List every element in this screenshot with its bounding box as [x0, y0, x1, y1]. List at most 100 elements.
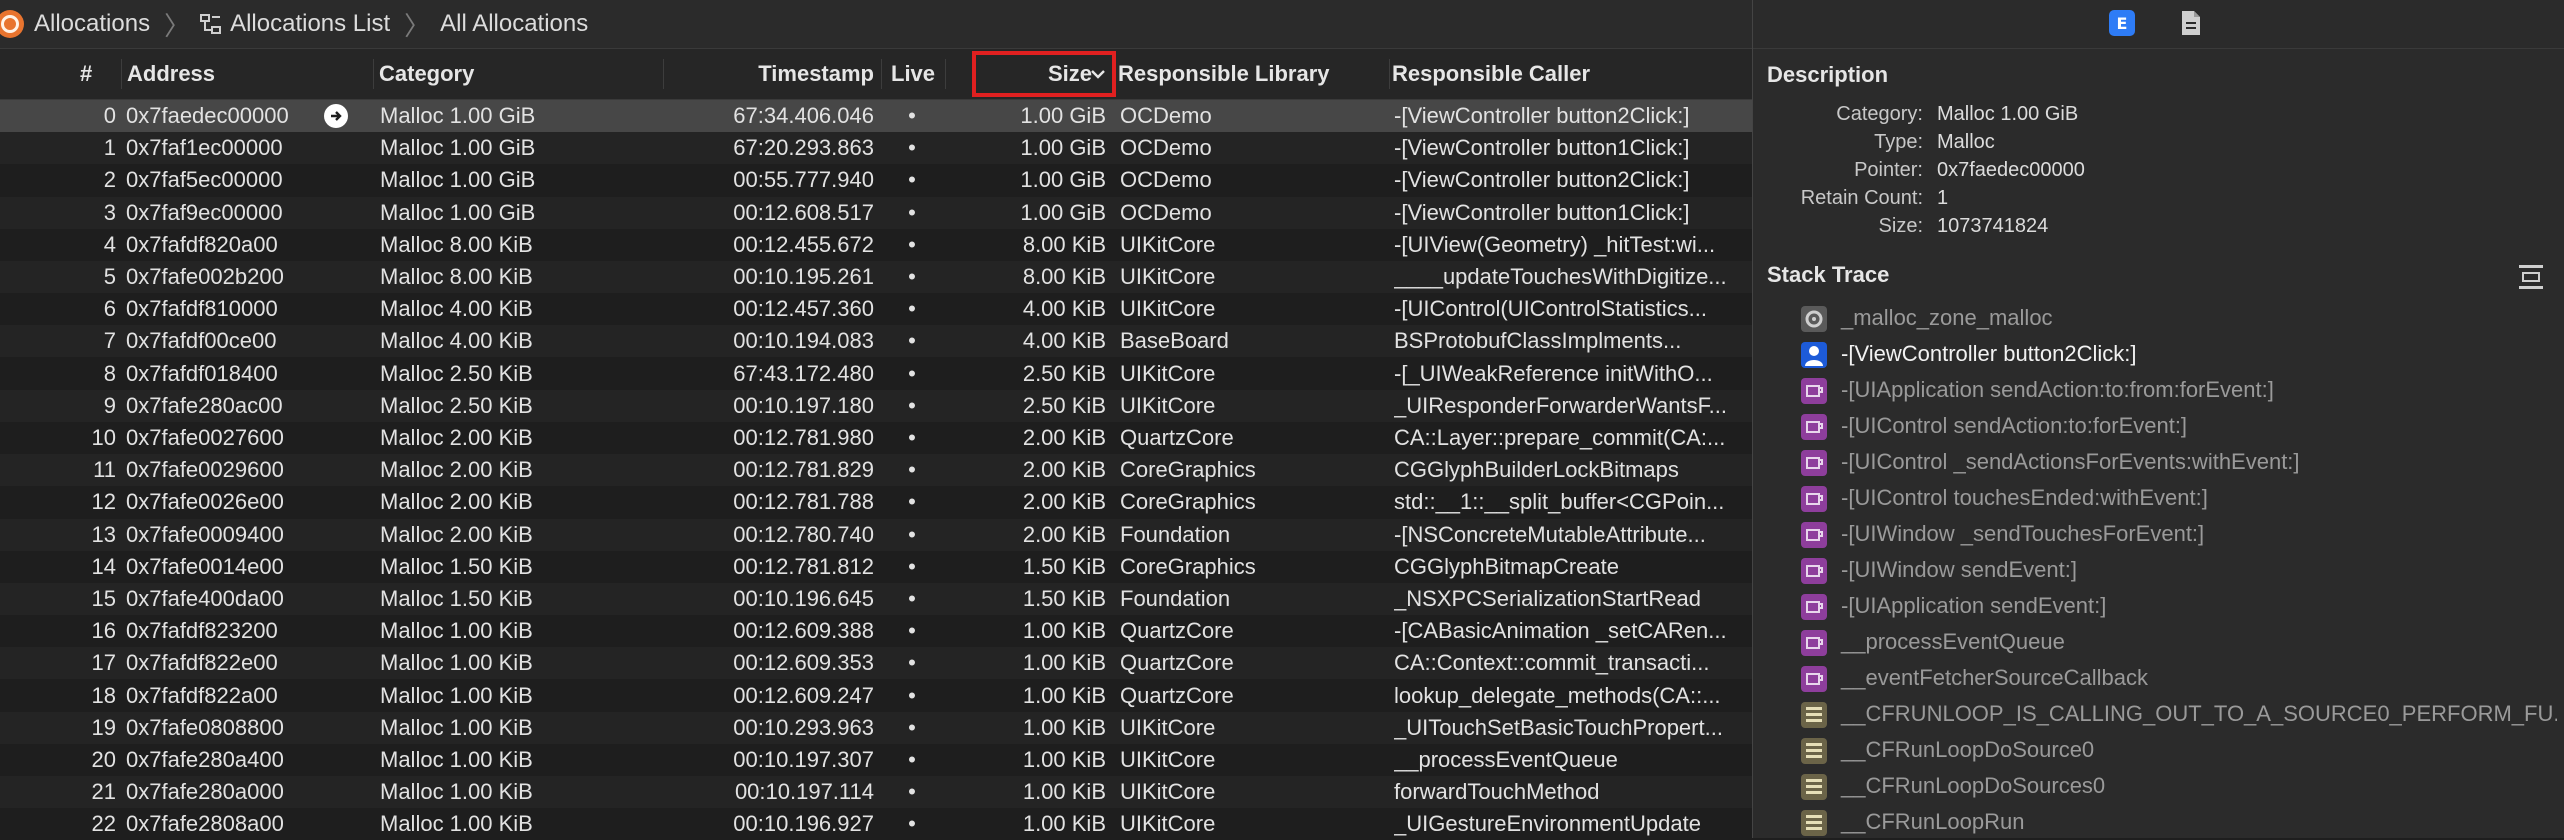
- sort-descending-chevron-icon[interactable]: [1090, 49, 1112, 99]
- size-cell: 1.00 GiB: [1020, 135, 1106, 161]
- responsible-caller-cell: -[ViewController button1Click:]: [1394, 135, 1690, 161]
- table-row[interactable]: 10 0x7fafe0027600 Malloc 2.00 KiB 00:12.781…: [0, 422, 1752, 454]
- row-number: 21: [91, 779, 116, 805]
- column-divider[interactable]: [118, 59, 122, 89]
- stack-frame[interactable]: -[UIControl touchesEnded:withEvent:]: [1801, 480, 2557, 516]
- live-indicator: •: [908, 264, 916, 289]
- column-header-responsible-library[interactable]: Responsible Library: [1118, 49, 1378, 99]
- table-row[interactable]: 4 0x7fafdf820a00 Malloc 8.00 KiB 00:12.455.…: [0, 229, 1752, 261]
- address-cell: 0x7fafe2808a00: [126, 811, 284, 837]
- table-row[interactable]: 9 0x7fafe280ac00 Malloc 2.50 KiB 00:10.197.…: [0, 389, 1752, 422]
- responsible-library-cell: QuartzCore: [1120, 425, 1234, 450]
- stack-frame[interactable]: __eventFetcherSourceCallback: [1801, 660, 2557, 696]
- stack-frame-symbol: -[UIControl _sendActionsForEvents:withEv…: [1841, 449, 2300, 474]
- table-row[interactable]: 12 0x7fafe0026e00 Malloc 2.00 KiB 00:12.781…: [0, 486, 1752, 518]
- column-divider[interactable]: [1386, 59, 1390, 89]
- column-header-category[interactable]: Category: [379, 49, 599, 99]
- column-divider[interactable]: [878, 59, 882, 89]
- responsible-caller-cell: _UIResponderForwarderWantsF...: [1394, 392, 1727, 418]
- responsible-library-cell: CoreGraphics: [1120, 489, 1256, 515]
- stack-frame[interactable]: __CFRUNLOOP_IS_CALLING_OUT_TO_A_SOURCE0_…: [1801, 696, 2557, 732]
- stack-frame[interactable]: -[UIControl _sendActionsForEvents:withEv…: [1801, 444, 2557, 480]
- size-cell: 1.00 KiB: [1022, 747, 1106, 772]
- live-indicator: •: [908, 392, 916, 418]
- row-number: 20: [91, 747, 116, 772]
- jump-to-detail-arrow-icon[interactable]: [324, 104, 348, 128]
- table-row[interactable]: 22 0x7fafe2808a00 Malloc 1.00 KiB 00:10.196…: [0, 808, 1752, 840]
- live-indicator: •: [908, 425, 916, 450]
- stack-frame[interactable]: -[UIApplication sendAction:to:from:forEv…: [1801, 372, 2557, 408]
- address-cell: 0x7fafe002b200: [126, 264, 284, 289]
- responsible-caller-cell: BSProtobufClassImplments...: [1394, 328, 1682, 354]
- column-header-live[interactable]: Live: [891, 49, 941, 99]
- table-row[interactable]: 15 0x7fafe400da00 Malloc 1.50 KiB 00:10.196…: [0, 583, 1752, 615]
- responsible-library-cell: Foundation: [1120, 586, 1231, 611]
- column-divider[interactable]: [370, 59, 374, 89]
- breadcrumb-item-allocations[interactable]: Allocations: [0, 0, 150, 48]
- column-header-number[interactable]: #: [80, 49, 100, 99]
- stack-frame[interactable]: __CFRunLoopRun: [1801, 804, 2557, 840]
- table-row[interactable]: 17 0x7fafdf822e00 Malloc 1.00 KiB 00:12.609…: [0, 647, 1752, 680]
- responsible-caller-cell: std::__1::__split_buffer<CGPoin...: [1394, 489, 1725, 515]
- stack-frame[interactable]: __processEventQueue: [1801, 624, 2557, 660]
- table-row[interactable]: 20 0x7fafe280a400 Malloc 1.00 KiB 00:10.197…: [0, 744, 1752, 776]
- size-cell: 2.00 KiB: [1022, 457, 1106, 483]
- responsible-library-cell: QuartzCore: [1120, 650, 1234, 676]
- stack-trace-options-icon[interactable]: [2517, 263, 2545, 297]
- table-row[interactable]: 6 0x7fafdf810000 Malloc 4.00 KiB 00:12.457.…: [0, 293, 1752, 325]
- table-row[interactable]: 2 0x7faf5ec00000 Malloc 1.00 GiB 00:55.777.…: [0, 164, 1752, 196]
- timestamp-cell: 00:12.609.388: [733, 618, 874, 644]
- table-row[interactable]: 14 0x7fafe0014e00 Malloc 1.50 KiB 00:12.781…: [0, 551, 1752, 583]
- live-indicator: •: [908, 328, 916, 354]
- table-row[interactable]: 18 0x7fafdf822a00 Malloc 1.00 KiB 00:12.609…: [0, 680, 1752, 712]
- table-row[interactable]: 13 0x7fafe0009400 Malloc 2.00 KiB 00:12.780…: [0, 518, 1752, 551]
- table-header: # Address Category Timestamp Live Size R…: [0, 49, 1752, 100]
- row-number: 7: [103, 328, 116, 354]
- stack-frame[interactable]: -[UIWindow sendEvent:]: [1801, 552, 2557, 588]
- framework-stack-icon: [1801, 810, 1827, 836]
- responsible-caller-cell: -[ViewController button2Click:]: [1394, 167, 1690, 193]
- column-divider[interactable]: [660, 59, 664, 89]
- stack-frame[interactable]: _malloc_zone_malloc: [1801, 300, 2557, 336]
- live-indicator: •: [908, 714, 916, 740]
- table-row[interactable]: 8 0x7fafdf018400 Malloc 2.50 KiB 67:43.172.…: [0, 358, 1752, 390]
- live-indicator: •: [908, 650, 916, 676]
- size-cell: 1.00 KiB: [1022, 714, 1106, 740]
- table-row[interactable]: 5 0x7fafe002b200 Malloc 8.00 KiB 00:10.195.…: [0, 261, 1752, 293]
- table-row[interactable]: 16 0x7fafdf823200 Malloc 1.00 KiB 00:12.609…: [0, 615, 1752, 647]
- table-row[interactable]: 0 0x7faedec00000 Malloc 1.00 GiB 67:34.406.…: [0, 100, 1752, 132]
- column-header-responsible-caller[interactable]: Responsible Caller: [1392, 49, 1732, 99]
- address-cell: 0x7fafe280a400: [126, 747, 284, 772]
- stack-frame[interactable]: -[ViewController button2Click:]: [1801, 336, 2557, 372]
- responsible-library-cell: UIKitCore: [1120, 392, 1216, 418]
- stack-frame[interactable]: __CFRunLoopDoSources0: [1801, 768, 2557, 804]
- stack-frame[interactable]: __CFRunLoopDoSource0: [1801, 732, 2557, 768]
- address-cell: 0x7fafe0014e00: [126, 553, 284, 579]
- column-divider[interactable]: [942, 59, 946, 89]
- column-header-address[interactable]: Address: [127, 49, 327, 99]
- document-tab-icon[interactable]: [2179, 9, 2203, 43]
- table-row[interactable]: 19 0x7fafe0808800 Malloc 1.00 KiB 00:10.293…: [0, 711, 1752, 744]
- stack-frame[interactable]: -[UIWindow _sendTouchesForEvent:]: [1801, 516, 2557, 552]
- hierarchy-list-icon: [200, 13, 222, 35]
- table-row[interactable]: 21 0x7fafe280a000 Malloc 1.00 KiB 00:10.197…: [0, 776, 1752, 809]
- timestamp-cell: 00:12.781.980: [733, 425, 874, 450]
- extended-detail-tab-icon[interactable]: E: [2109, 10, 2135, 36]
- category-cell: Malloc 1.00 KiB: [380, 747, 533, 772]
- table-row[interactable]: 1 0x7faf1ec00000 Malloc 1.00 GiB 67:20.293.…: [0, 132, 1752, 165]
- category-cell: Malloc 1.00 KiB: [380, 618, 533, 644]
- size-cell: 1.00 KiB: [1022, 811, 1106, 837]
- breadcrumb-item-allocations-list[interactable]: Allocations List: [200, 0, 390, 48]
- stack-frame[interactable]: -[UIControl sendAction:to:forEvent:]: [1801, 408, 2557, 444]
- size-cell: 1.00 KiB: [1022, 779, 1106, 805]
- column-header-timestamp[interactable]: Timestamp: [680, 49, 874, 99]
- table-row[interactable]: 11 0x7fafe0029600 Malloc 2.00 KiB 00:12.781…: [0, 454, 1752, 487]
- objc-framework-cup-icon: [1801, 558, 1827, 584]
- breadcrumb-item-all-allocations[interactable]: All Allocations: [440, 0, 588, 48]
- table-row[interactable]: 3 0x7faf9ec00000 Malloc 1.00 GiB 00:12.608.…: [0, 196, 1752, 229]
- table-row[interactable]: 7 0x7fafdf00ce00 Malloc 4.00 KiB 00:10.194.…: [0, 325, 1752, 358]
- column-header-size[interactable]: Size: [990, 49, 1092, 99]
- address-cell: 0x7fafe280ac00: [126, 392, 283, 418]
- stack-frame[interactable]: -[UIApplication sendEvent:]: [1801, 588, 2557, 624]
- row-number: 19: [91, 714, 116, 740]
